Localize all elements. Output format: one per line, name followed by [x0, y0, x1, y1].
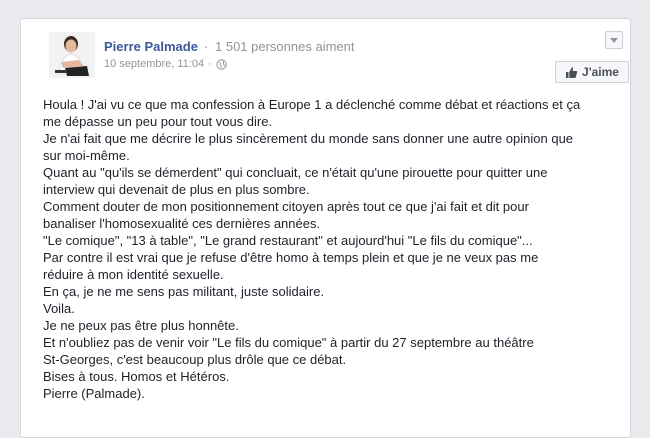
likes-count[interactable]: 1 501 personnes aiment [215, 39, 354, 54]
post-line: interview qui devenait de plus en plus s… [43, 182, 310, 197]
post-line: sur moi-même. [43, 148, 130, 163]
post-line: Je n'ai fait que me décrire le plus sinc… [43, 131, 574, 146]
post-line: Par contre il est vrai que je refuse d'ê… [43, 250, 539, 265]
chevron-down-icon [610, 37, 618, 43]
like-button[interactable]: J'aime [555, 61, 629, 83]
post-line: St-Georges, c'est beaucoup plus drôle qu… [43, 352, 347, 367]
post-line: Et n'oubliez pas de venir voir "Le fils … [43, 335, 534, 350]
post-card: Pierre Palmade · 1 501 personnes aiment … [20, 18, 631, 438]
like-button-label: J'aime [582, 65, 619, 79]
post-menu-button[interactable] [605, 31, 623, 49]
timestamp-link[interactable]: 10 septembre, 11:04 [104, 58, 204, 70]
thumbs-up-icon [566, 66, 578, 78]
post-line: Comment douter de mon positionnement cit… [43, 199, 529, 214]
post-line: "Le comique", "13 à table", "Le grand re… [43, 233, 533, 248]
meta-separator: · [208, 58, 212, 70]
post-line: banaliser l'homosexualité ces dernières … [43, 216, 321, 231]
post-line: Bises à tous. Homos et Hétéros. [43, 369, 230, 384]
globe-icon[interactable] [216, 58, 227, 70]
post-line: En ça, je ne me sens pas militant, juste… [43, 284, 325, 299]
avatar[interactable] [49, 32, 95, 78]
separator-dot: · [204, 39, 209, 54]
post-line: me dépasse un peu pour tout vous dire. [43, 114, 273, 129]
author-name-link[interactable]: Pierre Palmade [104, 39, 198, 54]
post-line: Je ne peux pas être plus honnête. [43, 318, 239, 333]
post-line: réduire à mon identité sexuelle. [43, 267, 224, 282]
post-line: Pierre (Palmade). [43, 386, 145, 401]
post-line: Quant au "qu'ils se démerdent" qui concl… [43, 165, 548, 180]
post-line: Voila. [43, 301, 75, 316]
post-meta: 10 septembre, 11:04 · [104, 58, 227, 70]
post-line: Houla ! J'ai vu ce que ma confession à E… [43, 97, 581, 112]
post-body: Houla ! J'ai vu ce que ma confession à E… [43, 96, 628, 402]
